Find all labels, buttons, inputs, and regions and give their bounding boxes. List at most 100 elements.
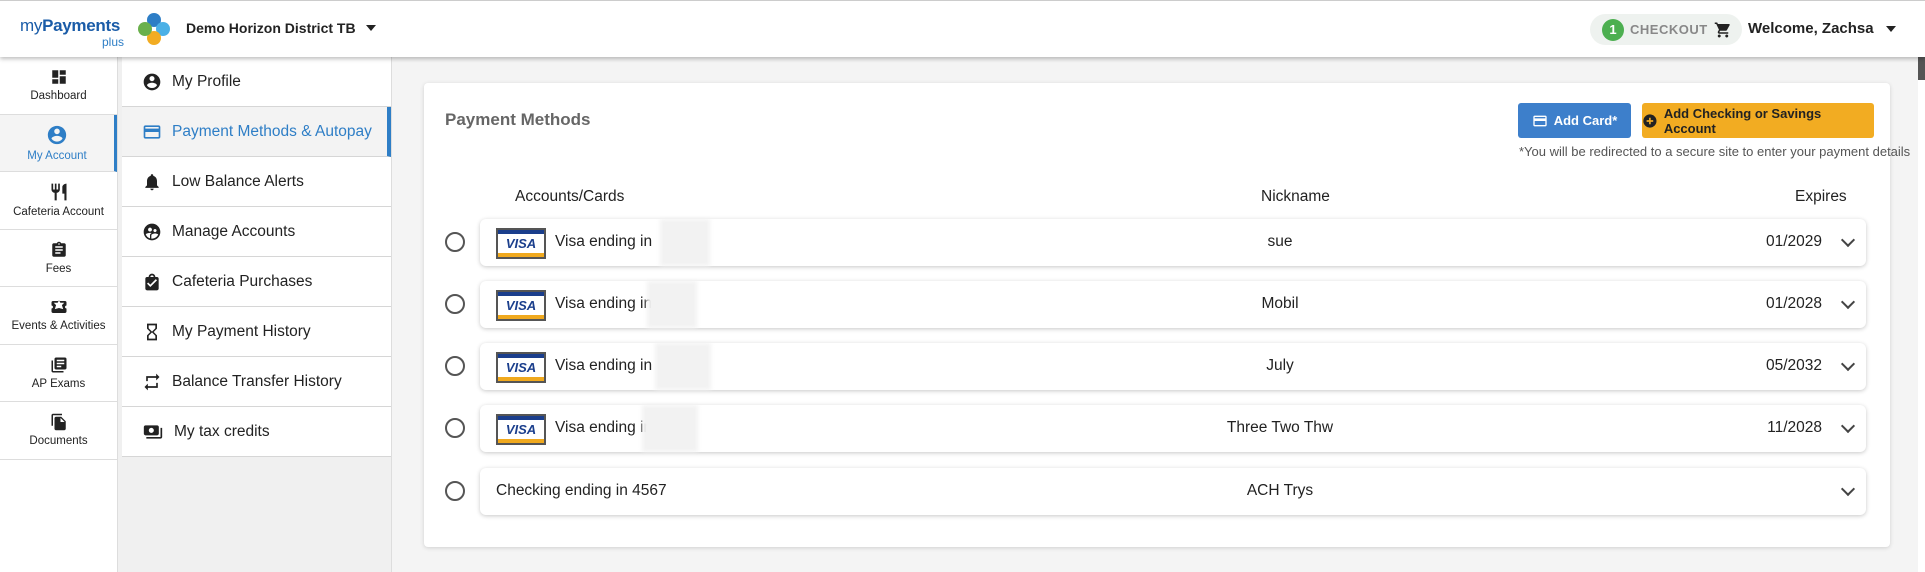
nav-item-dashboard[interactable]: Dashboard xyxy=(0,57,117,115)
subnav-item-manage-accounts[interactable]: Manage Accounts xyxy=(122,207,391,257)
expiry: 01/2028 xyxy=(1765,295,1822,312)
ticket-icon xyxy=(51,300,66,314)
subnav-label: Cafeteria Purchases xyxy=(172,272,313,290)
subnav-item-payment-history[interactable]: My Payment History xyxy=(122,307,391,357)
nav-item-documents[interactable]: Documents xyxy=(0,402,117,460)
payment-method-row[interactable]: VISA Visa ending in sue 01/2029 xyxy=(480,219,1866,266)
nav-label: Cafeteria Account xyxy=(13,206,104,219)
select-radio[interactable] xyxy=(445,481,465,501)
redacted-number xyxy=(647,281,697,328)
select-radio[interactable] xyxy=(445,418,465,438)
nav-item-fees[interactable]: Fees xyxy=(0,230,117,287)
visa-card-icon: VISA xyxy=(496,352,546,383)
select-radio[interactable] xyxy=(445,294,465,314)
chevron-down-icon xyxy=(1885,25,1896,32)
add-card-label: Add Card* xyxy=(1553,113,1618,128)
subnav-item-low-balance-alerts[interactable]: Low Balance Alerts xyxy=(122,157,391,207)
profile-icon xyxy=(143,73,161,90)
redacted-number xyxy=(660,219,710,266)
mypaymentsplus-logo[interactable]: myPayments plus xyxy=(20,11,170,49)
bell-icon xyxy=(145,173,159,190)
add-ach-label: Add Checking or Savings Account xyxy=(1663,105,1822,136)
page-title: Payment Methods xyxy=(445,110,591,129)
cart-count-badge: 1 xyxy=(1602,18,1624,41)
money-icon xyxy=(143,424,163,439)
payment-method-row[interactable]: VISA Visa ending in Mobil 01/2028 xyxy=(480,281,1866,328)
main-content: Payment Methods Add Card* Add Checking o… xyxy=(392,57,1918,572)
column-header-nickname: Nickname xyxy=(1261,188,1330,205)
dashboard-icon xyxy=(51,70,66,84)
nav-item-my-account[interactable]: My Account xyxy=(0,114,117,172)
group-icon xyxy=(143,223,161,240)
chevron-down-icon[interactable] xyxy=(1840,481,1856,497)
nav-label: Fees xyxy=(45,262,72,275)
expiry: 01/2029 xyxy=(1765,233,1822,250)
logo-flower-icon xyxy=(138,13,170,45)
subnav-label: My Payment History xyxy=(172,322,311,340)
chevron-down-icon[interactable] xyxy=(1840,356,1856,372)
visa-card-icon: VISA xyxy=(496,414,546,445)
subnav-label: My Profile xyxy=(172,72,241,90)
checkout-label: CHECKOUT xyxy=(1630,22,1708,37)
subnav-label: Manage Accounts xyxy=(172,222,296,240)
credit-card-icon xyxy=(143,124,161,139)
shopping-bag-icon xyxy=(145,273,159,290)
add-card-button[interactable]: Add Card* xyxy=(1518,103,1631,138)
redirect-note: *You will be redirected to a secure site… xyxy=(1519,144,1911,159)
account-label: Checking ending in 4567 xyxy=(496,482,667,499)
user-menu[interactable]: Welcome, Zachsa xyxy=(1748,20,1896,37)
column-header-expires: Expires xyxy=(1795,188,1847,205)
chevron-down-icon[interactable] xyxy=(1840,294,1856,310)
book-icon xyxy=(51,357,66,373)
nav-label: AP Exams xyxy=(31,377,86,390)
clipboard-icon xyxy=(51,241,66,257)
logo-payments: Payments xyxy=(42,16,120,35)
nav-label: Dashboard xyxy=(30,90,87,103)
nickname: July xyxy=(1266,357,1294,374)
visa-card-icon: VISA xyxy=(496,228,546,259)
visa-card-icon: VISA xyxy=(496,290,546,321)
district-name: Demo Horizon District TB xyxy=(186,20,356,36)
nickname: ACH Trys xyxy=(1246,482,1314,499)
chevron-down-icon[interactable] xyxy=(1840,232,1856,248)
nav-item-ap-exams[interactable]: AP Exams xyxy=(0,345,117,402)
nav-item-events-activities[interactable]: Events & Activities xyxy=(0,287,117,345)
fork-knife-icon xyxy=(51,183,66,201)
nav-label: Documents xyxy=(29,435,88,448)
account-circle-icon xyxy=(47,125,67,144)
hourglass-icon xyxy=(147,323,157,340)
nickname: Mobil xyxy=(1261,295,1299,312)
payment-method-row[interactable]: VISA Visa ending in Three Two Thw 11/202… xyxy=(480,405,1866,452)
subnav-item-cafeteria-purchases[interactable]: Cafeteria Purchases xyxy=(122,257,391,307)
chevron-down-icon[interactable] xyxy=(1840,418,1856,434)
payment-method-row[interactable]: VISA Visa ending in July 05/2032 xyxy=(480,343,1866,390)
top-header: myPayments plus Demo Horizon District TB… xyxy=(0,0,1925,57)
transfer-icon xyxy=(144,373,160,390)
logo-plus: plus xyxy=(102,35,125,49)
expiry: 11/2028 xyxy=(1767,419,1822,436)
add-checking-savings-button[interactable]: Add Checking or Savings Account xyxy=(1642,103,1874,138)
plus-circle-icon xyxy=(1643,113,1657,128)
payment-method-row[interactable]: Checking ending in 4567 ACH Trys xyxy=(480,468,1866,515)
subnav-item-payment-methods[interactable]: Payment Methods & Autopay xyxy=(122,107,391,157)
documents-icon xyxy=(51,414,66,431)
account-label: Visa ending in xyxy=(555,295,653,312)
subnav-label: Balance Transfer History xyxy=(172,372,342,390)
checkout-button[interactable]: 1 CHECKOUT xyxy=(1590,14,1742,45)
select-radio[interactable] xyxy=(445,232,465,252)
nav-item-cafeteria-account[interactable]: Cafeteria Account xyxy=(0,172,117,230)
account-label: Visa ending in xyxy=(555,233,653,250)
subnav-label: Low Balance Alerts xyxy=(172,172,304,190)
welcome-text: Welcome, Zachsa xyxy=(1748,20,1874,37)
expiry: 05/2032 xyxy=(1765,357,1822,374)
subnav-item-my-profile[interactable]: My Profile xyxy=(122,57,391,107)
subnav-label: My tax credits xyxy=(174,422,270,440)
subnav-item-balance-transfer-history[interactable]: Balance Transfer History xyxy=(122,357,391,407)
nav-label: Events & Activities xyxy=(11,320,106,333)
subnav-item-tax-credits[interactable]: My tax credits xyxy=(122,407,391,457)
select-radio[interactable] xyxy=(445,356,465,376)
column-header-accounts: Accounts/Cards xyxy=(515,188,625,205)
account-label: Visa ending in xyxy=(555,419,653,436)
redacted-number xyxy=(642,405,698,452)
district-selector[interactable]: Demo Horizon District TB xyxy=(186,20,376,36)
